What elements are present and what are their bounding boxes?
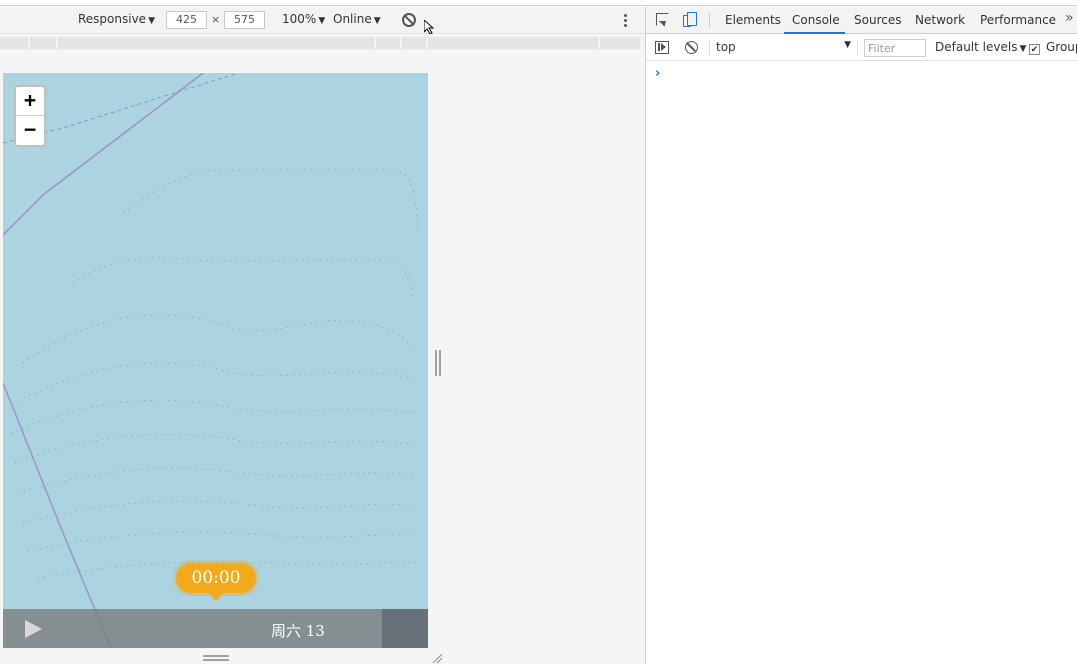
chevron-down-icon: ▼ (373, 16, 381, 26)
timeline-playbar: 周六 13 (3, 609, 428, 648)
device-toggle-icon[interactable] (683, 12, 697, 28)
ruler-segment[interactable] (30, 37, 58, 49)
toolbar-separator (709, 40, 710, 56)
checkbox-checked-icon: ✔ (1029, 44, 1040, 55)
ruler-segment[interactable] (0, 37, 30, 49)
contour-lines (10, 169, 419, 579)
chevron-down-icon: ▼ (318, 16, 326, 26)
zoom-control: + − (14, 85, 46, 147)
log-levels-select[interactable]: Default levels ▼ (935, 40, 1026, 54)
inspect-icon[interactable] (656, 13, 669, 26)
map-view[interactable]: + − 00:00 周六 13 (3, 73, 428, 648)
active-tab-indicator (784, 32, 845, 34)
ruler-segment[interactable] (58, 37, 376, 49)
chevron-down-icon: ▼ (148, 16, 155, 26)
console-output[interactable]: › (646, 62, 1077, 664)
ruler-segment[interactable] (428, 37, 600, 49)
timeline-day-label: 周六 13 (271, 622, 325, 640)
group-similar-label: Group (1046, 40, 1077, 54)
ruler-segment[interactable] (402, 37, 428, 49)
console-filter-input[interactable]: Filter (864, 39, 926, 57)
timeline-end-segment[interactable] (382, 609, 428, 648)
chevron-down-icon: ▼ (1019, 44, 1027, 54)
width-input[interactable]: 425 (166, 11, 207, 29)
kebab-menu-icon[interactable] (624, 14, 628, 28)
throttle-select[interactable]: Online ▼ (333, 12, 381, 26)
tab-sources[interactable]: Sources (854, 13, 901, 27)
context-select[interactable]: top ▼ (716, 40, 851, 54)
chevron-down-icon: ▼ (844, 40, 851, 50)
tab-network[interactable]: Network (915, 13, 965, 27)
mouse-cursor-icon (424, 20, 434, 34)
tab-separator (709, 13, 710, 28)
toolbar-separator (857, 40, 858, 56)
device-select-label: Responsive (78, 12, 147, 26)
dimension-separator: × (211, 13, 221, 26)
time-indicator-bubble: 00:00 (176, 563, 256, 601)
more-tabs-icon[interactable]: » (1065, 10, 1074, 26)
console-toolbar: top ▼ Filter Default levels▼ ✔Group (646, 35, 1077, 61)
viewport-resize-corner-icon[interactable] (431, 652, 443, 664)
viewport-resize-handle-bottom[interactable] (203, 655, 229, 661)
ruler-segment[interactable] (600, 37, 642, 49)
tab-console[interactable]: Console (792, 13, 840, 27)
throttle-select-label: Online (333, 12, 372, 26)
tab-performance[interactable]: Performance (980, 13, 1056, 27)
clear-console-icon[interactable] (685, 41, 698, 54)
sidebar-icon[interactable] (655, 41, 669, 54)
play-icon[interactable] (25, 620, 42, 638)
group-similar-checkbox[interactable]: ✔ Group (1029, 40, 1077, 55)
viewport-resize-handle-right[interactable] (435, 350, 441, 376)
ruler-segment[interactable] (376, 37, 402, 49)
zoom-in-button[interactable]: + (16, 87, 44, 116)
devtools-tabbar: Elements Console Sources Network Perform… (646, 7, 1077, 34)
device-select[interactable]: Responsive ▼ (78, 12, 155, 26)
console-prompt-icon: › (655, 66, 661, 81)
rotate-icon[interactable] (402, 13, 416, 27)
tab-elements[interactable]: Elements (725, 13, 781, 27)
window-top-border (0, 0, 1077, 6)
zoom-select[interactable]: 100% ▼ (282, 12, 325, 26)
device-toolbar: Responsive ▼ 425 × 575 100% ▼ Online ▼ (0, 7, 645, 34)
height-input[interactable]: 575 (224, 11, 265, 29)
context-select-label: top (716, 40, 736, 54)
zoom-select-label: 100% (282, 12, 317, 26)
zoom-out-button[interactable]: − (16, 116, 44, 145)
log-levels-label: Default levels (935, 40, 1018, 54)
devtools-panel: Elements Console Sources Network Perform… (645, 7, 1077, 664)
media-query-ruler (0, 35, 645, 51)
map-canvas (3, 73, 419, 648)
